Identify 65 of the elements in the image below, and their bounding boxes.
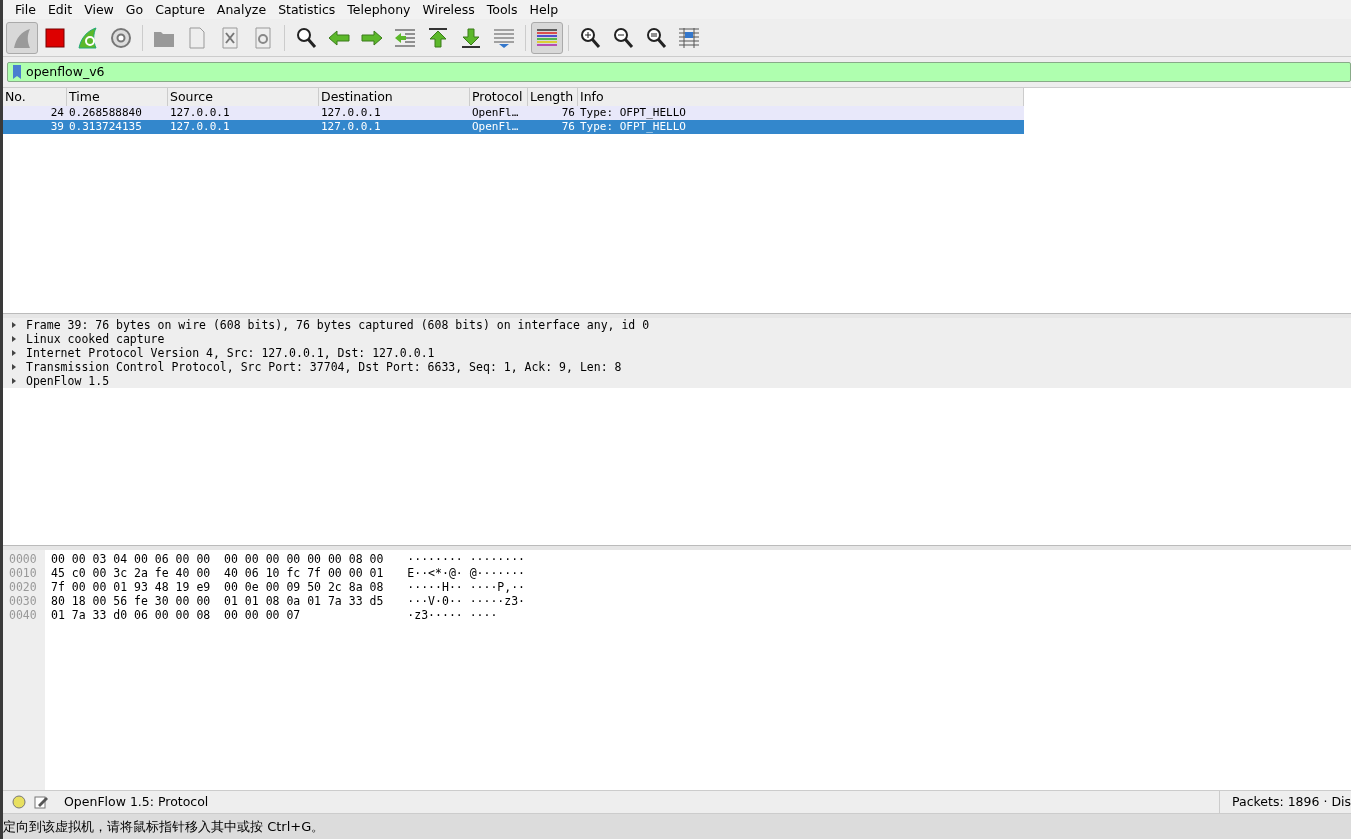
ascii-bytes: E··<*·@· @······· [406,566,526,580]
search-icon [294,25,318,50]
ascii-bytes: ········ ········ [406,552,526,566]
tree-item[interactable]: Linux cooked capture [26,332,165,346]
menu-item[interactable]: File [9,0,42,19]
ascii-bytes: ·····H·· ····P,·· [406,580,526,594]
hex-bytes: 7f 00 00 01 93 48 19 e9 00 0e 00 09 50 2c 8a 08 [50,580,384,594]
expander-icon[interactable] [12,322,16,328]
table-cell-text: OpenFl… [471,106,520,120]
menu-item[interactable]: Go [119,0,150,19]
menu-item[interactable]: Wireless [416,0,481,19]
expander-icon[interactable] [12,364,16,370]
byte-offset: 0030 [8,594,38,608]
down-arrow-icon [459,25,483,50]
zoom-out-icon [611,25,635,50]
packet-row[interactable]: 24 0.268588840 127.0.0.1 127.0.0.1 OpenFl… 76 Type: OFPT_HELLO [3,106,1024,120]
packet-count: Packets: 1896 · Dis [1231,792,1351,811]
table-cell-text: 0.313724135 [68,120,143,134]
byte-offset: 0020 [8,580,38,594]
status-indicator-icon[interactable] [12,795,26,809]
resize-columns-icon [677,25,701,50]
ascii-bytes: ···V·0·· ·····z3· [406,594,526,608]
restart-icon [76,25,100,50]
table-cell-text: 127.0.0.1 [320,120,382,134]
expander-icon[interactable] [12,336,16,342]
gear-icon [109,25,133,50]
status-message: OpenFlow 1.5: Protocol [64,792,209,811]
table-cell-text: 76 [560,120,576,134]
table-cell-text: 24 [49,106,65,120]
menu-item[interactable]: Telephony [341,0,417,19]
up-arrow-icon [426,25,450,50]
table-cell-text: 0.268588840 [68,106,143,120]
table-cell-text: Type: OFPT_HELLO [579,120,687,134]
hex-bytes: 45 c0 00 3c 2a fe 40 00 40 06 10 fc 7f 00 00 01 [50,566,384,580]
edit-comment-icon[interactable] [34,795,48,809]
zoom-reset-icon [644,25,668,50]
hex-bytes: 00 00 03 04 00 06 00 00 00 00 00 00 00 00 08 00 [50,552,384,566]
vm-hint-text: 定向到该虚拟机，请将鼠标指针移入其中或按 Ctrl+G。 [3,819,325,834]
zoom-in-icon [578,25,602,50]
expander-icon[interactable] [12,350,16,356]
stop-icon [43,25,67,50]
menu-item[interactable]: Capture [149,0,211,19]
table-cell-text: OpenFl… [471,120,520,134]
table-cell-text: 127.0.0.1 [320,106,382,120]
menu-item[interactable]: Tools [480,0,524,19]
table-cell-text: Type: OFPT_HELLO [579,106,687,120]
table-cell-text: 127.0.0.1 [169,106,231,120]
menu-item[interactable]: Statistics [272,0,342,19]
hex-bytes: 80 18 00 56 fe 30 00 00 01 01 08 0a 01 7a 33 d5 [50,594,384,608]
tree-item[interactable]: OpenFlow 1.5 [26,374,110,388]
packet-row[interactable]: 39 0.313724135 127.0.0.1 127.0.0.1 OpenFl… 76 Type: OFPT_HELLO [3,120,1024,134]
byte-offset: 0010 [8,566,38,580]
bookmark-icon[interactable] [12,65,22,79]
menu-item[interactable]: Analyze [210,0,273,19]
ascii-bytes: ·z3····· ···· [406,608,499,622]
menu-item[interactable]: View [78,0,120,19]
byte-offset: 0040 [8,608,38,622]
menu-item[interactable]: Help [523,0,565,19]
menu-item[interactable]: Edit [41,0,79,19]
hex-bytes: 01 7a 33 d0 06 00 00 08 00 00 00 07 [50,608,302,622]
table-cell-text: 39 [49,120,65,134]
table-cell-text: 76 [560,106,576,120]
expander-icon[interactable] [12,378,16,384]
byte-offset: 0000 [8,552,38,566]
table-cell-text: 127.0.0.1 [169,120,231,134]
